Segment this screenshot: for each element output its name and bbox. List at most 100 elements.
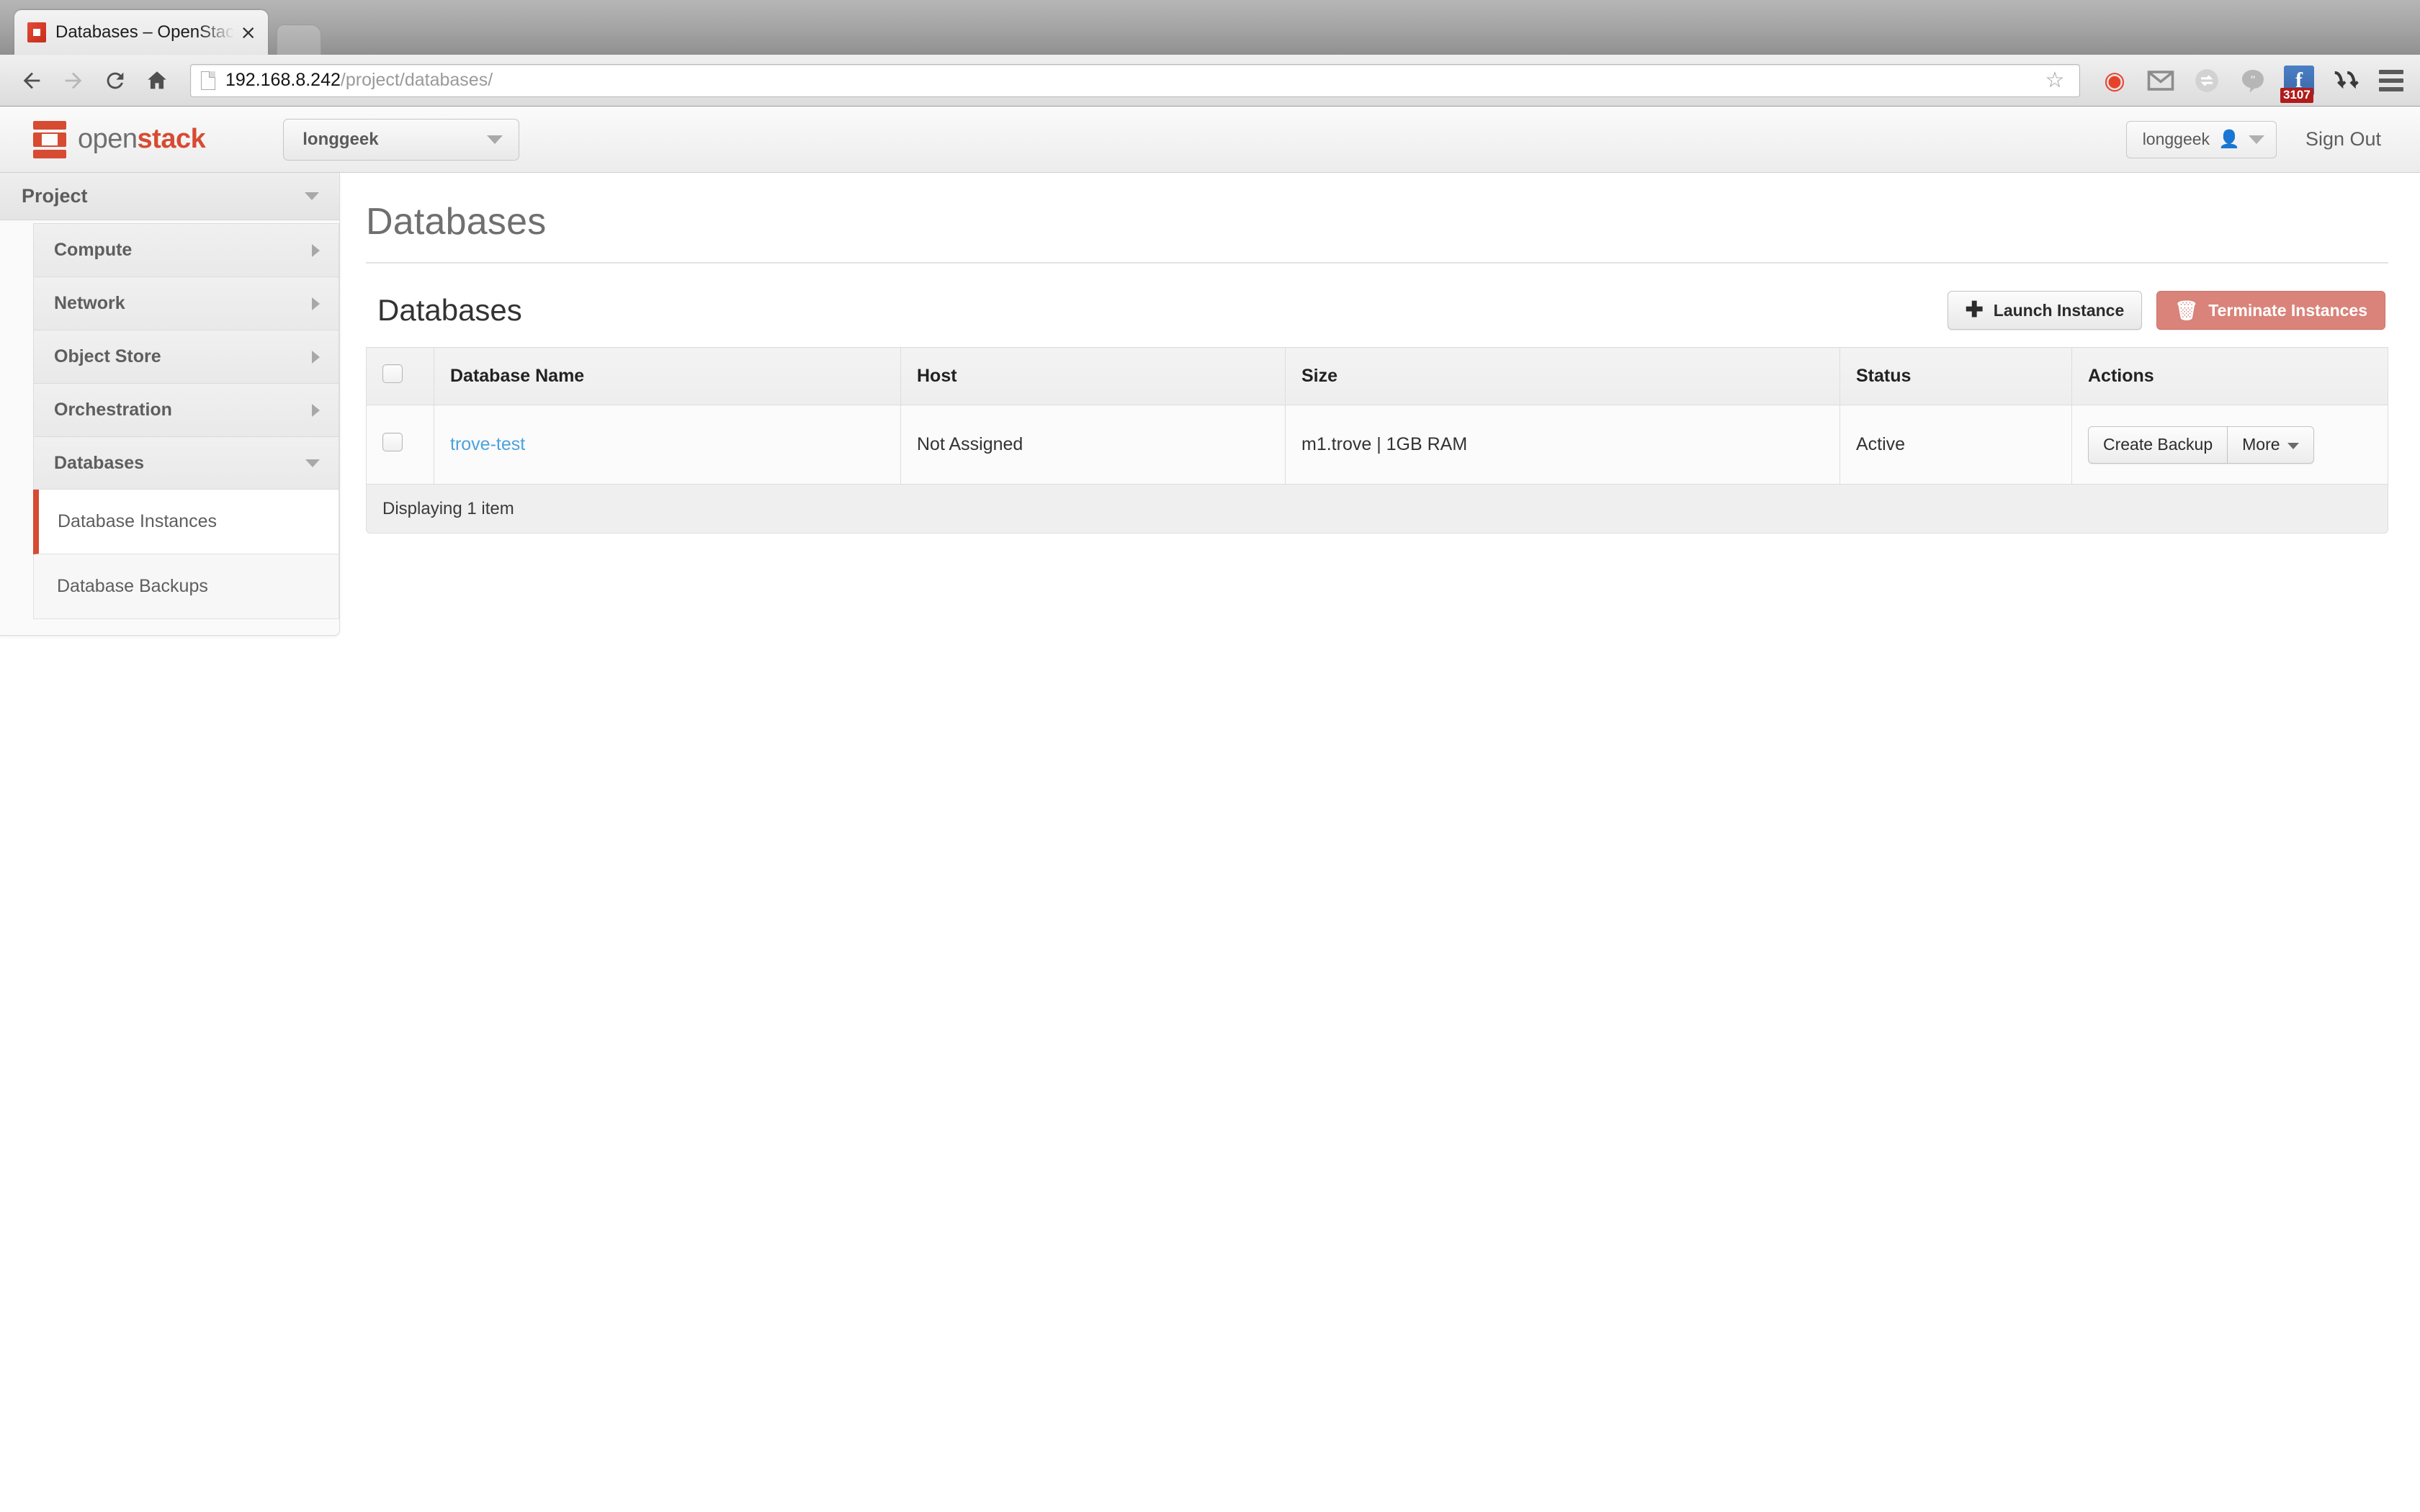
back-arrow-icon[interactable] bbox=[13, 62, 50, 99]
main-content: Databases Databases ✚ Launch Instance 🗑 … bbox=[340, 173, 2420, 534]
sidebar: Project Compute Network Object Store Orc… bbox=[0, 173, 340, 636]
column-header-host[interactable]: Host bbox=[900, 347, 1286, 405]
sidebar-item-label: Compute bbox=[54, 240, 133, 260]
home-icon[interactable] bbox=[138, 62, 176, 99]
select-all-checkbox[interactable] bbox=[382, 364, 403, 383]
close-icon[interactable]: × bbox=[240, 23, 256, 42]
table-header-row: Database Name Host Size Status Actions bbox=[366, 347, 2388, 405]
openstack-logo-text: openstack bbox=[78, 124, 206, 155]
plus-icon: ✚ bbox=[1965, 298, 1984, 322]
bookmark-star-icon[interactable]: ☆ bbox=[2039, 66, 2071, 95]
chevron-right-icon bbox=[312, 243, 320, 257]
cell-host: Not Assigned bbox=[900, 405, 1286, 485]
trash-icon: 🗑 bbox=[2174, 300, 2199, 321]
cell-status: Active bbox=[1839, 405, 2072, 485]
sidebar-group: Compute Network Object Store Orchestrati… bbox=[0, 220, 339, 490]
sidebar-section-title: Project bbox=[22, 185, 88, 207]
chevron-down-icon bbox=[487, 135, 503, 144]
column-header-size[interactable]: Size bbox=[1285, 347, 1840, 405]
terminate-instances-button[interactable]: 🗑 Terminate Instances bbox=[2156, 291, 2385, 330]
weibo-extension-icon[interactable]: ◉ bbox=[2099, 65, 2130, 96]
header-right-group: longgeek 👤 Sign Out bbox=[2125, 120, 2388, 158]
url-path: /project/databases/ bbox=[340, 70, 493, 90]
sidebar-item-database-instances[interactable]: Database Instances bbox=[33, 490, 339, 554]
page-body: Project Compute Network Object Store Orc… bbox=[0, 173, 2420, 636]
user-menu-label: longgeek bbox=[2142, 130, 2210, 148]
chevron-down-icon bbox=[305, 459, 320, 467]
column-header-status[interactable]: Status bbox=[1839, 347, 2072, 405]
cell-actions: Create Backup More bbox=[2071, 405, 2388, 485]
browser-window: Databases – OpenStack Da × 192.168.8.242… bbox=[0, 0, 2420, 1512]
logo-open-text: open bbox=[78, 124, 138, 154]
row-action-button-group: Create Backup More bbox=[2088, 426, 2314, 464]
create-backup-button[interactable]: Create Backup bbox=[2088, 426, 2228, 464]
url-host: 192.168.8.242 bbox=[225, 70, 341, 90]
browser-toolbar: 192.168.8.242/project/databases/ ☆ ◉ ” f… bbox=[0, 55, 2420, 107]
extension-icons: ◉ ” f 3107 bbox=[2089, 65, 2407, 103]
chevron-down-icon bbox=[2248, 135, 2264, 144]
facebook-extension-icon[interactable]: f 3107 bbox=[2280, 65, 2315, 103]
openstack-logo-icon bbox=[33, 120, 66, 158]
globe-sync-extension-icon[interactable] bbox=[2191, 65, 2223, 96]
sidebar-item-label: Databases bbox=[54, 452, 145, 473]
address-bar[interactable]: 192.168.8.242/project/databases/ ☆ bbox=[190, 63, 2080, 97]
column-header-database-name[interactable]: Database Name bbox=[434, 347, 901, 405]
select-all-header bbox=[366, 347, 434, 405]
download-arrows-extension-icon[interactable] bbox=[2329, 65, 2361, 96]
table-toolbar: Databases ✚ Launch Instance 🗑 Terminate … bbox=[366, 264, 2388, 347]
more-actions-label: More bbox=[2242, 435, 2280, 454]
chevron-right-icon bbox=[312, 403, 320, 417]
databases-table: Database Name Host Size Status Actions t… bbox=[366, 347, 2388, 485]
openstack-favicon-icon bbox=[27, 22, 46, 42]
gmail-extension-icon[interactable] bbox=[2145, 65, 2177, 96]
table-body: trove-test Not Assigned m1.trove | 1GB R… bbox=[366, 405, 2388, 485]
sidebar-item-label: Network bbox=[54, 293, 125, 313]
database-name-link[interactable]: trove-test bbox=[450, 434, 525, 454]
sidebar-item-network[interactable]: Network bbox=[33, 276, 339, 330]
chevron-right-icon bbox=[312, 297, 320, 310]
browser-tab-active[interactable]: Databases – OpenStack Da × bbox=[14, 10, 268, 55]
row-select-cell bbox=[366, 405, 434, 485]
sidebar-section-project[interactable]: Project bbox=[0, 173, 339, 220]
page-document-icon bbox=[201, 71, 215, 90]
more-actions-dropdown[interactable]: More bbox=[2228, 426, 2314, 464]
column-header-actions: Actions bbox=[2071, 347, 2388, 405]
address-bar-url: 192.168.8.242/project/databases/ bbox=[225, 70, 493, 91]
browser-menu-icon[interactable] bbox=[2375, 65, 2407, 96]
table-row: trove-test Not Assigned m1.trove | 1GB R… bbox=[366, 405, 2388, 485]
user-menu-dropdown[interactable]: longgeek 👤 bbox=[2125, 120, 2277, 158]
hangouts-extension-icon[interactable]: ” bbox=[2237, 65, 2269, 96]
facebook-badge-count: 3107 bbox=[2280, 87, 2313, 103]
new-tab-button[interactable] bbox=[277, 24, 321, 55]
sidebar-subitem-label: Database Instances bbox=[58, 511, 217, 531]
project-selector-dropdown[interactable]: longgeek bbox=[283, 118, 520, 161]
browser-tabstrip: Databases – OpenStack Da × bbox=[0, 0, 2420, 55]
forward-arrow-icon[interactable] bbox=[55, 62, 92, 99]
sidebar-item-object-store[interactable]: Object Store bbox=[33, 330, 339, 383]
chevron-right-icon bbox=[312, 350, 320, 364]
cell-database-name: trove-test bbox=[434, 405, 901, 485]
launch-instance-button[interactable]: ✚ Launch Instance bbox=[1947, 291, 2143, 330]
sidebar-subnav: Database Instances Database Backups bbox=[0, 490, 339, 619]
table-title: Databases bbox=[377, 293, 522, 327]
sidebar-item-orchestration[interactable]: Orchestration bbox=[33, 383, 339, 436]
user-avatar-icon: 👤 bbox=[2218, 130, 2240, 149]
table-footer: Displaying 1 item bbox=[366, 485, 2388, 534]
page-title: Databases bbox=[366, 173, 2388, 264]
sign-out-link[interactable]: Sign Out bbox=[2305, 128, 2388, 150]
table-header: Database Name Host Size Status Actions bbox=[366, 347, 2388, 405]
openstack-logo[interactable]: openstack bbox=[33, 120, 206, 158]
sidebar-item-label: Object Store bbox=[54, 346, 161, 366]
reload-icon[interactable] bbox=[97, 62, 134, 99]
sidebar-item-database-backups[interactable]: Database Backups bbox=[33, 554, 339, 619]
terminate-instances-label: Terminate Instances bbox=[2208, 300, 2367, 320]
project-selector-label: longgeek bbox=[302, 129, 379, 149]
chevron-down-icon bbox=[305, 192, 319, 200]
sidebar-item-compute[interactable]: Compute bbox=[33, 223, 339, 276]
sidebar-item-label: Orchestration bbox=[54, 400, 172, 420]
sidebar-item-databases[interactable]: Databases bbox=[33, 436, 339, 490]
sidebar-subitem-label: Database Backups bbox=[57, 576, 208, 596]
table-action-buttons: ✚ Launch Instance 🗑 Terminate Instances bbox=[1947, 291, 2385, 330]
row-checkbox[interactable] bbox=[382, 433, 403, 451]
chevron-down-icon bbox=[2287, 443, 2299, 449]
